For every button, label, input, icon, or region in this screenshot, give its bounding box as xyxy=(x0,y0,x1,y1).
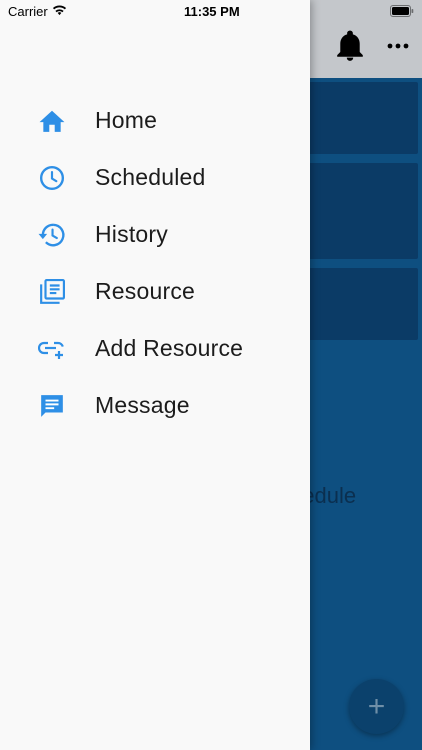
home-icon xyxy=(38,107,66,135)
status-bar: Carrier 11:35 PM xyxy=(0,0,422,24)
add-fab-button[interactable]: + xyxy=(349,679,404,734)
more-icon[interactable] xyxy=(386,38,410,54)
bell-icon[interactable] xyxy=(336,30,364,62)
drawer-item-label: Add Resource xyxy=(95,335,244,361)
drawer-item-label: Resource xyxy=(95,278,196,304)
schedule-card xyxy=(296,268,418,340)
schedule-card xyxy=(296,163,418,259)
drawer-item-home[interactable]: Home xyxy=(0,92,310,149)
drawer-item-history[interactable]: History xyxy=(0,206,310,263)
battery-icon xyxy=(390,5,414,17)
schedule-card xyxy=(296,82,418,154)
add-link-icon xyxy=(38,335,66,363)
drawer-item-add-resource[interactable]: Add Resource xyxy=(0,320,310,377)
history-icon xyxy=(38,221,66,249)
drawer-menu: Home Scheduled History Resource Add Reso… xyxy=(0,92,310,434)
drawer-item-scheduled[interactable]: Scheduled xyxy=(0,149,310,206)
status-time: 11:35 PM xyxy=(184,4,240,19)
plus-icon: + xyxy=(367,689,386,723)
drawer-item-label: History xyxy=(95,221,168,247)
navigation-drawer: Home Scheduled History Resource Add Reso… xyxy=(0,0,310,750)
drawer-item-label: Scheduled xyxy=(95,164,206,190)
drawer-item-label: Home xyxy=(95,107,158,133)
wifi-icon xyxy=(52,5,67,16)
drawer-item-message[interactable]: Message xyxy=(0,377,310,434)
carrier-label: Carrier xyxy=(8,4,48,19)
clock-icon xyxy=(38,164,66,192)
drawer-item-resource[interactable]: Resource xyxy=(0,263,310,320)
message-icon xyxy=(38,392,66,420)
library-books-icon xyxy=(38,278,66,306)
drawer-item-label: Message xyxy=(95,392,190,418)
